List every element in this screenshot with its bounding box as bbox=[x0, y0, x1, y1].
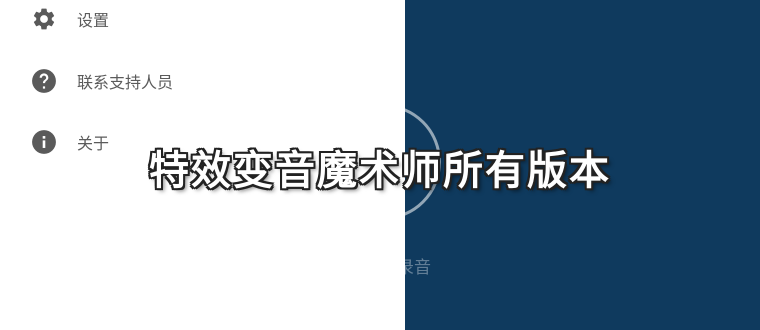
navigation-drawer: 设置 联系支持人员 关于 bbox=[0, 0, 405, 330]
main-content: 录音 bbox=[405, 0, 760, 330]
drawer-item-about-label: 关于 bbox=[77, 134, 110, 153]
help-circle-icon bbox=[30, 67, 58, 95]
info-icon bbox=[30, 128, 58, 156]
record-button[interactable] bbox=[405, 104, 441, 220]
gear-icon bbox=[30, 5, 58, 33]
drawer-item-about[interactable]: 关于 bbox=[30, 127, 390, 157]
drawer-item-support[interactable]: 联系支持人员 bbox=[30, 66, 390, 96]
drawer-item-settings-label: 设置 bbox=[77, 11, 110, 30]
drawer-item-support-label: 联系支持人员 bbox=[77, 73, 174, 92]
drawer-item-settings[interactable]: 设置 bbox=[30, 4, 390, 34]
record-label: 录音 bbox=[405, 258, 431, 278]
